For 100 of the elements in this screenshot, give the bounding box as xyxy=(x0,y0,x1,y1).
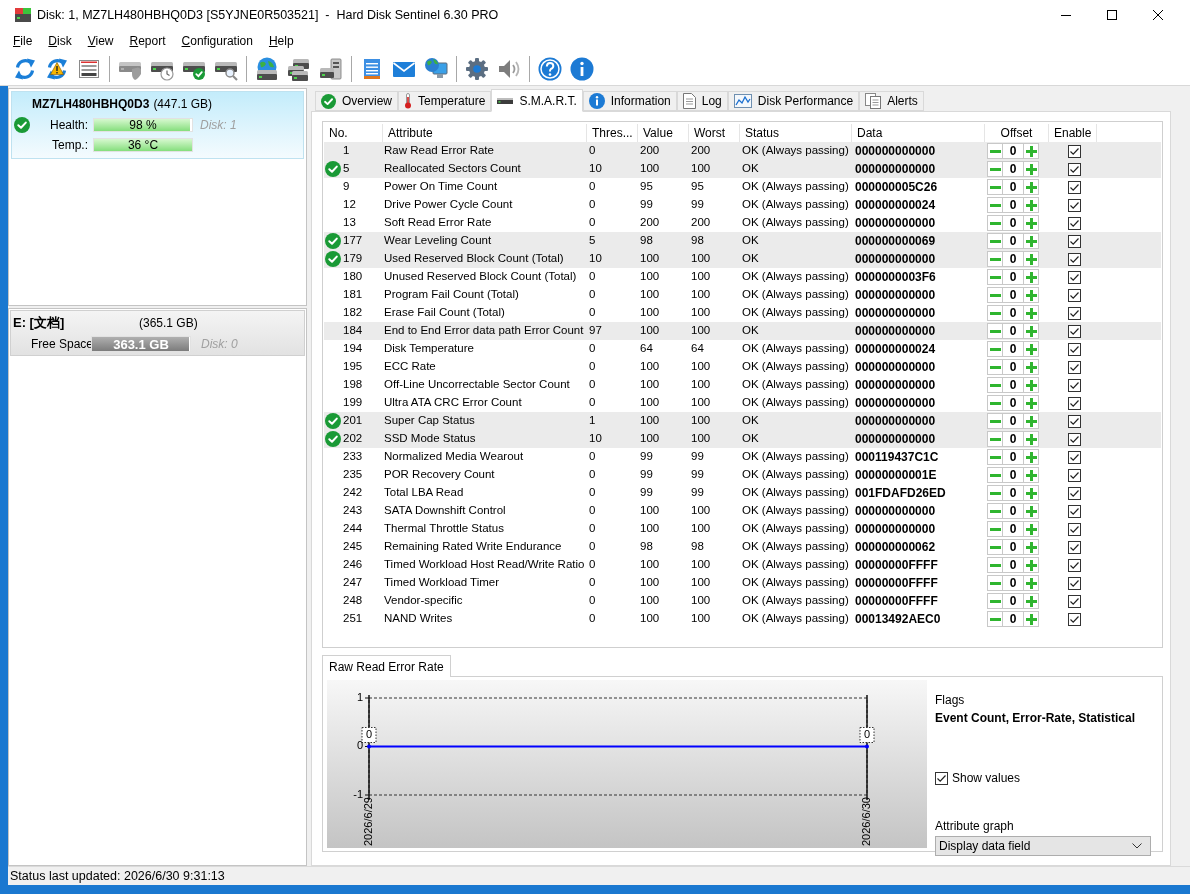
offset-field[interactable]: 0 xyxy=(1003,557,1023,573)
settings-icon[interactable] xyxy=(465,56,489,81)
offset-field[interactable]: 0 xyxy=(1003,611,1023,627)
help-icon[interactable] xyxy=(538,56,562,81)
decrease-button[interactable] xyxy=(987,413,1003,429)
decrease-button[interactable] xyxy=(987,305,1003,321)
globe-monitor-icon[interactable] xyxy=(424,56,448,81)
offset-field[interactable]: 0 xyxy=(1003,287,1023,303)
offset-field[interactable]: 0 xyxy=(1003,503,1023,519)
decrease-button[interactable] xyxy=(987,377,1003,393)
tab[interactable]: S.M.A.R.T. xyxy=(491,89,583,112)
increase-button[interactable] xyxy=(1023,485,1039,501)
enable-checkbox[interactable] xyxy=(1068,432,1081,446)
offset-field[interactable]: 0 xyxy=(1003,197,1023,213)
offset-field[interactable]: 0 xyxy=(1003,377,1023,393)
enable-checkbox[interactable] xyxy=(1068,306,1081,320)
decrease-button[interactable] xyxy=(987,557,1003,573)
increase-button[interactable] xyxy=(1023,179,1039,195)
enable-checkbox[interactable] xyxy=(1068,522,1081,536)
decrease-button[interactable] xyxy=(987,539,1003,555)
table-row[interactable]: 184 End to End Error data path Error Count 97 100 100 OK 000000000000 0 xyxy=(324,322,1161,340)
enable-checkbox[interactable] xyxy=(1068,252,1081,266)
increase-button[interactable] xyxy=(1023,377,1039,393)
tab[interactable]: Overview xyxy=(315,91,398,111)
offset-field[interactable]: 0 xyxy=(1003,575,1023,591)
minimize-icon[interactable] xyxy=(1061,14,1071,16)
enable-checkbox[interactable] xyxy=(1068,576,1081,590)
close-icon[interactable] xyxy=(1153,10,1163,20)
increase-button[interactable] xyxy=(1023,611,1039,627)
decrease-button[interactable] xyxy=(987,341,1003,357)
enable-checkbox[interactable] xyxy=(1068,288,1081,302)
enable-checkbox[interactable] xyxy=(1068,486,1081,500)
increase-button[interactable] xyxy=(1023,359,1039,375)
enable-checkbox[interactable] xyxy=(1068,558,1081,572)
increase-button[interactable] xyxy=(1023,467,1039,483)
increase-button[interactable] xyxy=(1023,305,1039,321)
tab[interactable]: Raw Read Error Rate xyxy=(322,655,451,677)
decrease-button[interactable] xyxy=(987,269,1003,285)
increase-button[interactable] xyxy=(1023,197,1039,213)
decrease-button[interactable] xyxy=(987,251,1003,267)
increase-button[interactable] xyxy=(1023,449,1039,465)
menu-item[interactable]: Help xyxy=(260,31,302,51)
decrease-button[interactable] xyxy=(987,485,1003,501)
offset-field[interactable]: 0 xyxy=(1003,593,1023,609)
increase-button[interactable] xyxy=(1023,161,1039,177)
enable-checkbox[interactable] xyxy=(1068,540,1081,554)
enable-checkbox[interactable] xyxy=(1068,504,1081,518)
decrease-button[interactable] xyxy=(987,593,1003,609)
enable-checkbox[interactable] xyxy=(1068,450,1081,464)
decrease-button[interactable] xyxy=(987,449,1003,465)
decrease-button[interactable] xyxy=(987,143,1003,159)
disk-card[interactable]: MZ7LH480HBHQ0D3 (447.1 GB) Health: 98 % Disk: 1 Temp.: 36 °C xyxy=(11,91,304,159)
tab[interactable]: Alerts xyxy=(859,91,924,111)
show-values-checkbox[interactable] xyxy=(935,771,948,785)
increase-button[interactable] xyxy=(1023,593,1039,609)
enable-checkbox[interactable] xyxy=(1068,234,1081,248)
menu-item[interactable]: Report xyxy=(121,31,174,51)
offset-field[interactable]: 0 xyxy=(1003,305,1023,321)
increase-button[interactable] xyxy=(1023,557,1039,573)
table-row[interactable]: 5 Reallocated Sectors Count 10 100 100 OK 000000000000 0 xyxy=(324,160,1161,178)
enable-checkbox[interactable] xyxy=(1068,198,1081,212)
tab[interactable]: Temperature xyxy=(398,91,492,111)
decrease-button[interactable] xyxy=(987,287,1003,303)
attribute-graph-dropdown[interactable]: Display data field xyxy=(935,836,1151,856)
increase-button[interactable] xyxy=(1023,413,1039,429)
menu-item[interactable]: Disk xyxy=(40,31,80,51)
enable-checkbox[interactable] xyxy=(1068,468,1081,482)
table-row[interactable]: 202 SSD Mode Status 10 100 100 OK 000000000000 0 xyxy=(324,430,1161,448)
offset-field[interactable]: 0 xyxy=(1003,179,1023,195)
computer-drive-icon[interactable] xyxy=(319,56,343,81)
offset-field[interactable]: 0 xyxy=(1003,323,1023,339)
offset-field[interactable]: 0 xyxy=(1003,341,1023,357)
offset-field[interactable]: 0 xyxy=(1003,359,1023,375)
enable-checkbox[interactable] xyxy=(1068,162,1081,176)
enable-checkbox[interactable] xyxy=(1068,144,1081,158)
enable-checkbox[interactable] xyxy=(1068,216,1081,230)
enable-checkbox[interactable] xyxy=(1068,414,1081,428)
enable-checkbox[interactable] xyxy=(1068,180,1081,194)
decrease-button[interactable] xyxy=(987,431,1003,447)
increase-button[interactable] xyxy=(1023,215,1039,231)
increase-button[interactable] xyxy=(1023,431,1039,447)
decrease-button[interactable] xyxy=(987,233,1003,249)
decrease-button[interactable] xyxy=(987,521,1003,537)
decrease-button[interactable] xyxy=(987,575,1003,591)
menu-item[interactable]: View xyxy=(79,31,122,51)
table-row[interactable]: 179 Used Reserved Block Count (Total) 10 100 100 OK 000000000000 0 xyxy=(324,250,1161,268)
decrease-button[interactable] xyxy=(987,323,1003,339)
drives-icon[interactable] xyxy=(287,56,311,81)
table-row[interactable]: 1 Raw Read Error Rate 0 200 200 OK (Always passing) 000000000000 0 xyxy=(324,142,1161,160)
increase-button[interactable] xyxy=(1023,251,1039,267)
enable-checkbox[interactable] xyxy=(1068,270,1081,284)
increase-button[interactable] xyxy=(1023,575,1039,591)
increase-button[interactable] xyxy=(1023,143,1039,159)
enable-checkbox[interactable] xyxy=(1068,396,1081,410)
decrease-button[interactable] xyxy=(987,503,1003,519)
offset-field[interactable]: 0 xyxy=(1003,251,1023,267)
increase-button[interactable] xyxy=(1023,323,1039,339)
offset-field[interactable]: 0 xyxy=(1003,467,1023,483)
tab[interactable]: Disk Performance xyxy=(727,91,860,111)
offset-field[interactable]: 0 xyxy=(1003,143,1023,159)
